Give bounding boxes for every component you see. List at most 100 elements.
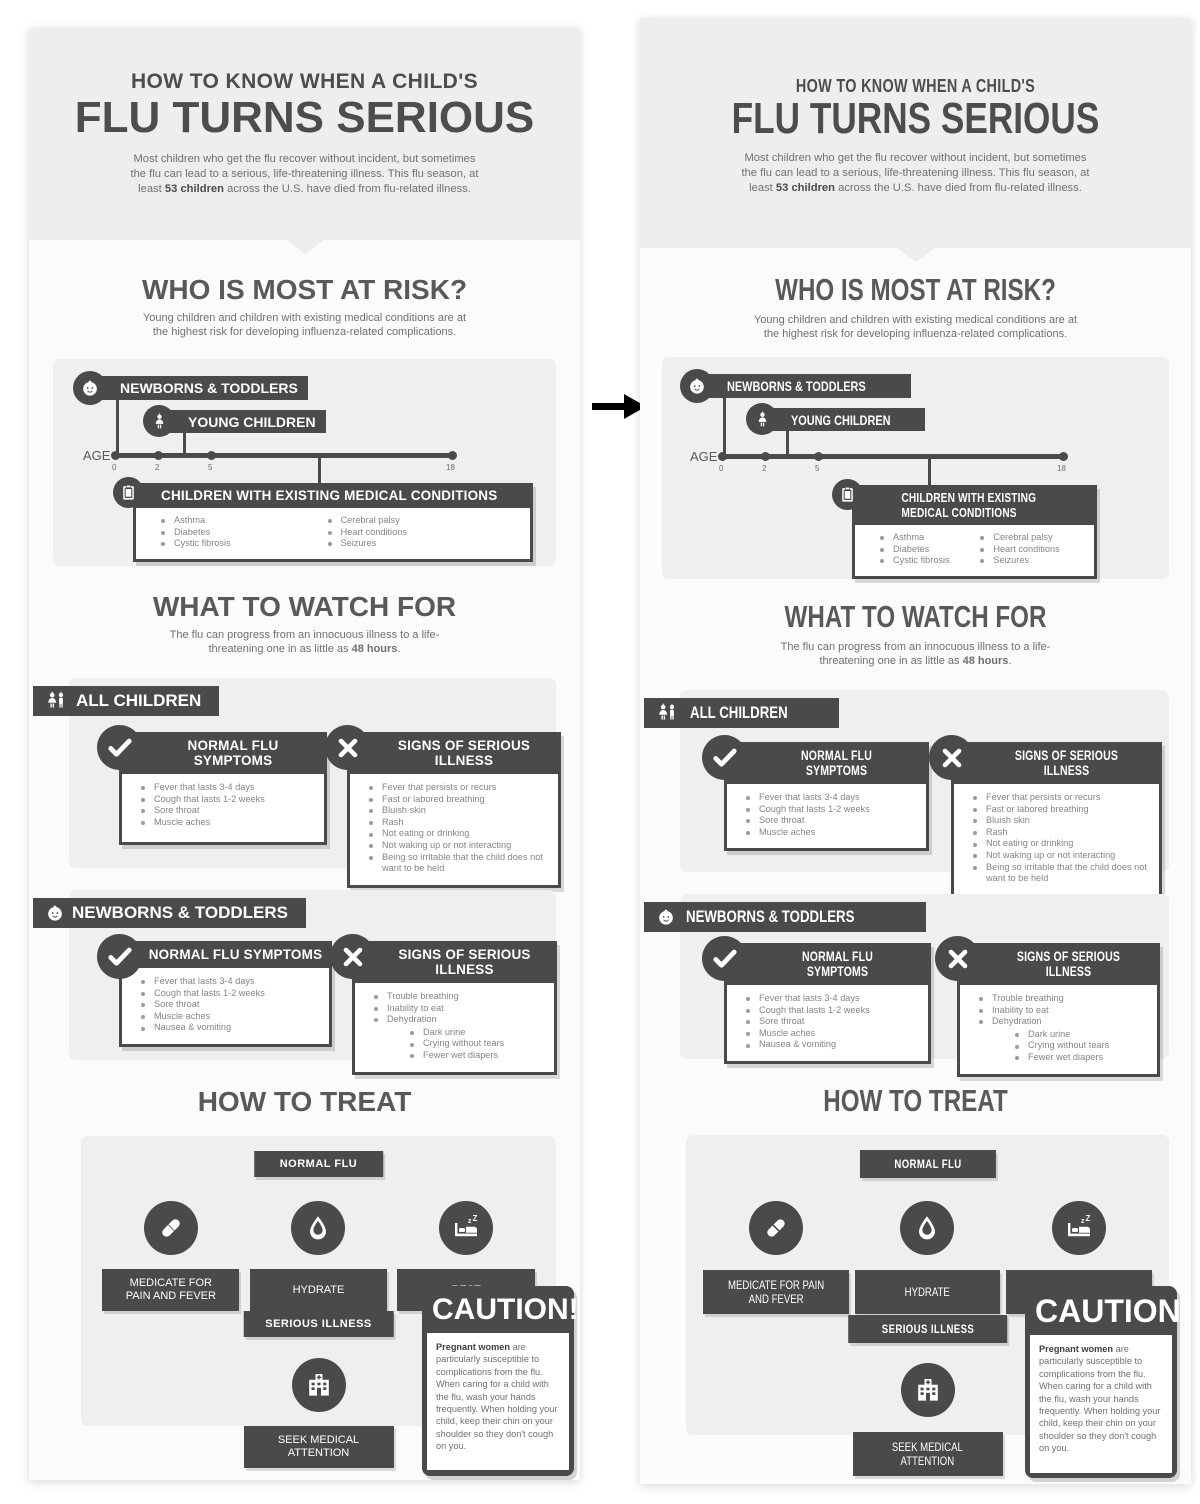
connector-medical xyxy=(318,453,321,483)
watch-subtitle: The flu can progress from an innocuous i… xyxy=(160,628,450,656)
clipboard-icon xyxy=(842,486,853,502)
risk-timeline-card: NEWBORNS & TODDLERS YOUNG CHILDREN AGE 0 xyxy=(662,357,1169,579)
page-title: FLU TURNS SERIOUS xyxy=(731,94,1100,143)
clipboard-icon xyxy=(123,484,134,500)
list-item: Asthma xyxy=(158,515,325,527)
list-item: Bluish skin xyxy=(366,805,550,817)
newborn-serious-header-text: SIGNS OF SERIOUS ILLNESS xyxy=(1016,949,1121,979)
risk-subtitle: Young children and children with existin… xyxy=(142,312,467,338)
serious-illness-label: SERIOUS ILLNESS xyxy=(265,1318,372,1330)
dehydration-sublist: Dark urine Crying without tears Fewer we… xyxy=(1012,1029,1149,1064)
tick-dot-0 xyxy=(111,451,120,460)
x-icon-circle xyxy=(330,934,375,979)
treatment-hydrate-text: HYDRATE xyxy=(904,1285,951,1299)
medical-conditions-box: CHILDREN WITH EXISTING MEDICAL CONDITION… xyxy=(852,485,1097,579)
all-normal-symptoms-box: NORMAL FLU SYMPTOMS Fever that lasts 3-4… xyxy=(724,742,929,852)
age-axis-label: AGE xyxy=(690,449,718,464)
all-serious-list: Fever that persists or recurs Fast or la… xyxy=(366,782,550,875)
list-item: Cough that lasts 1-2 weeks xyxy=(138,794,316,806)
medical-conditions-header: CHILDREN WITH EXISTING MEDICAL CONDITION… xyxy=(161,488,498,503)
medical-conditions-header: CHILDREN WITH EXISTING MEDICAL CONDITION… xyxy=(852,485,1097,525)
treat-title: HOW TO TREAT xyxy=(823,1083,1008,1118)
newborns-card: NEWBORNS & TODDLERS NORMAL FLU SYMPTOMS … xyxy=(644,894,1169,1077)
treatment-hydrate-label: HYDRATE xyxy=(854,1270,1001,1314)
tick-label-2: 2 xyxy=(155,463,160,472)
child-figure-icon xyxy=(155,412,163,428)
list-item: Dark urine xyxy=(1012,1029,1149,1041)
list-item: Muscle aches xyxy=(138,817,316,829)
badge-young-children: YOUNG CHILDREN xyxy=(769,408,925,431)
list-item: Heart conditions xyxy=(325,527,506,539)
tick-dot-0 xyxy=(718,452,727,461)
treatment-medicate-text: MEDICATE FOR PAIN AND FEVER xyxy=(727,1278,824,1306)
medical-conditions-body: Asthma Diabetes Cystic fibrosis Cerebral… xyxy=(136,508,530,559)
list-item: Dehydration xyxy=(976,1016,1149,1028)
newborn-normal-header: NORMAL FLU SYMPTOMS xyxy=(724,943,931,985)
watch-subtitle-b: . xyxy=(397,643,401,655)
hero-intro-b: across the U.S. have died from flu-relat… xyxy=(223,183,471,195)
watch-subtitle-b: . xyxy=(1008,655,1012,667)
normal-flu-label: NORMAL FLU xyxy=(893,1157,962,1171)
baby-face-icon xyxy=(48,905,62,921)
caution-body: Pregnant women are particularly suscepti… xyxy=(427,1333,569,1470)
tick-dot-18 xyxy=(1059,452,1068,461)
x-icon xyxy=(948,949,967,968)
treatment-seek-medical-text: SEEK MEDICAL ATTENTION xyxy=(892,1440,963,1468)
badge-newborns-toddlers: NEWBORNS & TODDLERS xyxy=(98,376,308,400)
list-item: Being so irritable that the child does n… xyxy=(970,862,1151,885)
baby-face-icon xyxy=(690,378,704,394)
newborn-normal-list: Fever that lasts 3-4 days Cough that las… xyxy=(743,993,920,1051)
badge-newborns-label: NEWBORNS & TODDLERS xyxy=(727,378,866,394)
x-icon-circle xyxy=(935,936,980,981)
hero-notch xyxy=(895,247,936,262)
connector-medical xyxy=(928,454,931,486)
list-item: Trouble breathing xyxy=(371,991,546,1003)
hospital-icon-circle xyxy=(900,1363,955,1417)
connector-young-children xyxy=(183,433,186,453)
band-all-children-label: ALL CHILDREN xyxy=(76,691,202,710)
caution-title: CAUTION! xyxy=(1035,1293,1191,1329)
watch-section: WHAT TO WATCH FOR The flu can progress f… xyxy=(640,599,1191,1077)
all-normal-body: Fever that lasts 3-4 days Cough that las… xyxy=(727,784,926,849)
check-icon xyxy=(107,947,132,966)
list-item: Fever that persists or recurs xyxy=(970,792,1151,804)
badge-newborns-toddlers: NEWBORNS & TODDLERS xyxy=(705,374,911,398)
all-serious-header: SIGNS OF SERIOUS ILLNESS xyxy=(397,738,531,768)
bed-rest-icon: z Z xyxy=(455,1214,478,1237)
caution-body: Pregnant women are particularly suscepti… xyxy=(1030,1335,1172,1473)
serious-illness-pill: SERIOUS ILLNESS xyxy=(243,1311,394,1337)
list-item: Seizures xyxy=(325,538,506,550)
list-item: Trouble breathing xyxy=(976,993,1149,1005)
list-item: Dark urine xyxy=(407,1027,546,1039)
all-normal-symptoms-box: NORMAL FLU SYMPTOMS Fever that lasts 3-4… xyxy=(119,732,327,845)
young-children-icon-circle xyxy=(746,403,778,435)
badge-young-children: YOUNG CHILDREN xyxy=(166,410,326,433)
newborn-serious-body: Trouble breathing Inability to eat Dehyd… xyxy=(960,985,1157,1074)
all-serious-body: Fever that persists or recurs Fast or la… xyxy=(350,774,558,885)
list-item: Sore throat xyxy=(743,1016,920,1028)
watch-title: WHAT TO WATCH FOR xyxy=(784,599,1047,634)
normal-flu-label: NORMAL FLU xyxy=(279,1158,358,1170)
clipboard-icon-circle xyxy=(832,479,863,510)
list-item: Asthma xyxy=(877,532,977,544)
all-children-card: ALL CHILDREN NORMAL FLU SYMPTOMS Fever t… xyxy=(33,678,561,888)
newborn-normal-list: Fever that lasts 3-4 days Cough that las… xyxy=(138,976,321,1034)
bed-rest-icon: z Z xyxy=(1068,1214,1091,1237)
list-item: Fever that lasts 3-4 days xyxy=(138,782,316,794)
check-icon-circle xyxy=(702,936,747,981)
list-item: Fever that persists or recurs xyxy=(366,782,550,794)
list-item: Diabetes xyxy=(158,527,325,539)
two-children-icon xyxy=(659,703,675,720)
pill-icon xyxy=(162,1219,180,1237)
hospital-icon xyxy=(917,1379,938,1401)
x-icon-circle xyxy=(325,725,370,770)
list-item: Crying without tears xyxy=(1012,1040,1149,1052)
check-icon-circle xyxy=(97,934,142,979)
list-item: Cystic fibrosis xyxy=(158,538,325,550)
list-item: Not eating or drinking xyxy=(366,828,550,840)
x-icon xyxy=(343,947,362,966)
watch-title: WHAT TO WATCH FOR xyxy=(152,591,457,622)
all-normal-list: Fever that lasts 3-4 days Cough that las… xyxy=(138,782,316,828)
conditions-column-2: Cerebral palsy Heart conditions Seizures xyxy=(325,515,506,550)
list-item: Dehydration xyxy=(371,1014,546,1026)
